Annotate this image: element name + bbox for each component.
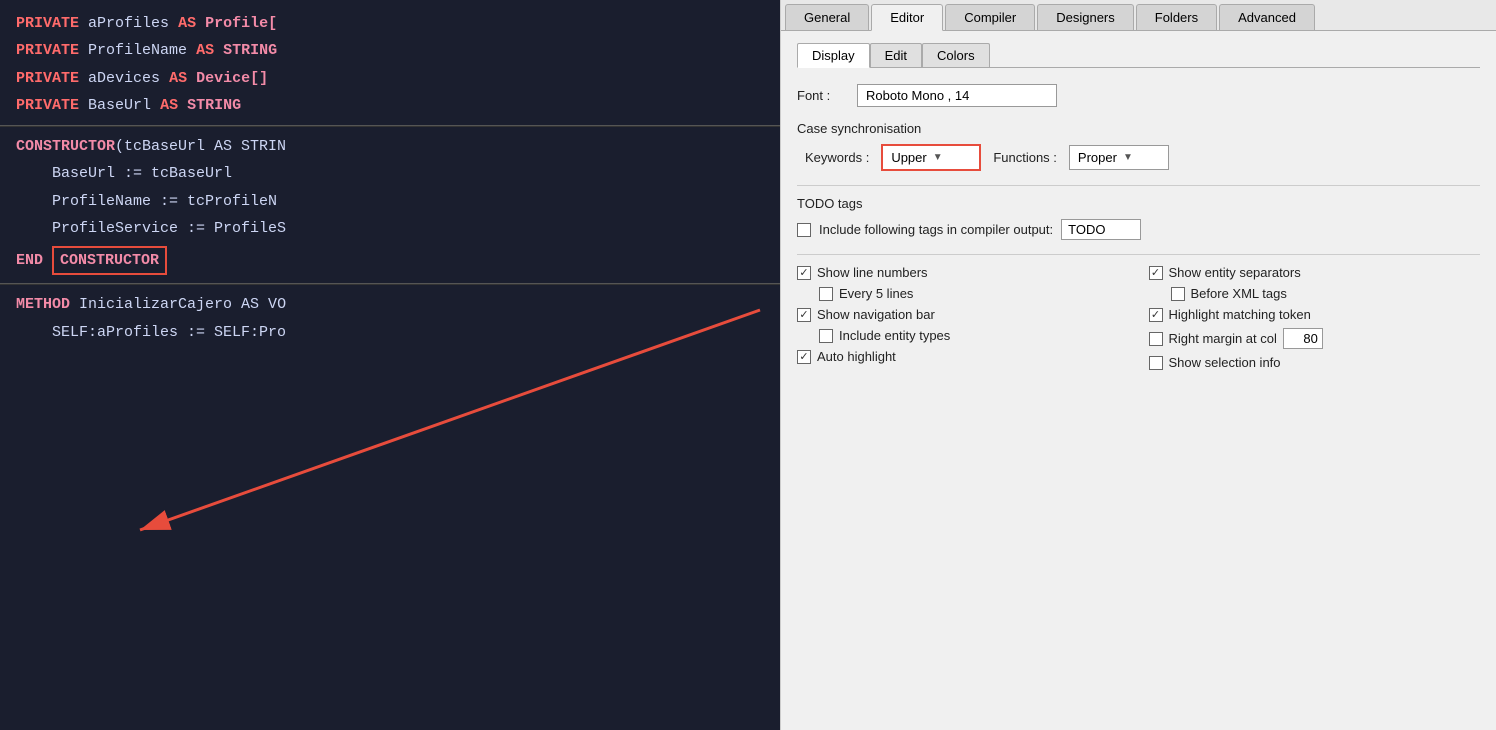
code-line-assign3: ProfileService := ProfileS [0, 215, 780, 242]
label-before-xml-tags: Before XML tags [1191, 286, 1287, 301]
label-highlight-matching: Highlight matching token [1169, 307, 1311, 322]
functions-chevron-icon: ▼ [1123, 152, 1133, 163]
functions-value: Proper [1078, 150, 1117, 165]
checkbox-before-xml-tags[interactable] [1171, 287, 1185, 301]
functions-label: Functions : [993, 150, 1057, 165]
tab-editor[interactable]: Editor [871, 4, 943, 31]
option-highlight-matching: Highlight matching token [1149, 307, 1481, 322]
code-line-4: PRIVATE BaseUrl AS STRING [0, 92, 780, 119]
checkbox-every-5-lines[interactable] [819, 287, 833, 301]
todo-checkbox-label: Include following tags in compiler outpu… [819, 222, 1053, 237]
case-sync-section: Case synchronisation Keywords : Upper ▼ … [797, 121, 1480, 171]
sub-tab-edit[interactable]: Edit [870, 43, 922, 67]
label-show-selection-info: Show selection info [1169, 355, 1281, 370]
divider-1 [797, 185, 1480, 186]
label-right-margin: Right margin at col [1169, 331, 1277, 346]
label-every-5-lines: Every 5 lines [839, 286, 913, 301]
code-line-2: PRIVATE ProfileName AS STRING [0, 37, 780, 64]
options-grid: Show line numbers Every 5 lines Show nav… [797, 265, 1480, 376]
label-include-entity-types: Include entity types [839, 328, 950, 343]
tab-advanced[interactable]: Advanced [1219, 4, 1315, 30]
tab-bar: General Editor Compiler Designers Folder… [781, 0, 1496, 31]
code-line-end: END CONSTRUCTOR [0, 242, 780, 277]
tab-folders[interactable]: Folders [1136, 4, 1217, 30]
option-before-xml-tags: Before XML tags [1149, 286, 1481, 301]
checkbox-show-entity-sep[interactable] [1149, 266, 1163, 280]
checkbox-highlight-matching[interactable] [1149, 308, 1163, 322]
keywords-value: Upper [891, 150, 926, 165]
todo-checkbox[interactable] [797, 223, 811, 237]
font-input[interactable] [857, 84, 1057, 107]
checkbox-show-selection-info[interactable] [1149, 356, 1163, 370]
code-line-1: PRIVATE aProfiles AS Profile[ [0, 10, 780, 37]
code-line-assign1: BaseUrl := tcBaseUrl [0, 160, 780, 187]
checkbox-include-entity-types[interactable] [819, 329, 833, 343]
option-right-margin: Right margin at col [1149, 328, 1481, 349]
option-include-entity-types: Include entity types [797, 328, 1129, 343]
todo-label: TODO tags [797, 196, 1480, 211]
option-show-entity-sep: Show entity separators [1149, 265, 1481, 280]
label-show-nav-bar: Show navigation bar [817, 307, 935, 322]
label-show-entity-sep: Show entity separators [1169, 265, 1301, 280]
font-label: Font : [797, 88, 857, 103]
constructor-highlight-box: CONSTRUCTOR [52, 246, 167, 275]
checkbox-right-margin[interactable] [1149, 332, 1163, 346]
keywords-chevron-icon: ▼ [933, 152, 943, 163]
keywords-label: Keywords : [805, 150, 869, 165]
option-show-nav-bar: Show navigation bar [797, 307, 1129, 322]
option-every-5-lines: Every 5 lines [797, 286, 1129, 301]
code-line-3: PRIVATE aDevices AS Device[] [0, 65, 780, 92]
checkbox-auto-highlight[interactable] [797, 350, 811, 364]
checkbox-show-line-numbers[interactable] [797, 266, 811, 280]
case-sync-label: Case synchronisation [797, 121, 1480, 136]
settings-content: Display Edit Colors Font : Case synchron… [781, 31, 1496, 730]
code-panel: PRIVATE aProfiles AS Profile[ PRIVATE Pr… [0, 0, 780, 730]
option-auto-highlight: Auto highlight [797, 349, 1129, 364]
functions-dropdown[interactable]: Proper ▼ [1069, 145, 1169, 170]
sub-tab-display[interactable]: Display [797, 43, 870, 68]
sub-tab-bar: Display Edit Colors [797, 43, 1480, 68]
keywords-dropdown[interactable]: Upper ▼ [881, 144, 981, 171]
todo-section: TODO tags Include following tags in comp… [797, 196, 1480, 240]
tab-general[interactable]: General [785, 4, 869, 30]
checkbox-show-nav-bar[interactable] [797, 308, 811, 322]
case-sync-row: Keywords : Upper ▼ Functions : Proper ▼ [797, 144, 1480, 171]
code-line-method: METHOD InicializarCajero AS VO [0, 291, 780, 318]
tab-compiler[interactable]: Compiler [945, 4, 1035, 30]
code-line-assign2: ProfileName := tcProfileN [0, 188, 780, 215]
tab-designers[interactable]: Designers [1037, 4, 1134, 30]
settings-panel: General Editor Compiler Designers Folder… [780, 0, 1496, 730]
todo-row: Include following tags in compiler outpu… [797, 219, 1480, 240]
sub-tab-colors[interactable]: Colors [922, 43, 990, 67]
option-show-line-numbers: Show line numbers [797, 265, 1129, 280]
font-row: Font : [797, 84, 1480, 107]
option-show-selection-info: Show selection info [1149, 355, 1481, 370]
divider-2 [797, 254, 1480, 255]
label-show-line-numbers: Show line numbers [817, 265, 928, 280]
options-section: Show line numbers Every 5 lines Show nav… [797, 265, 1480, 376]
margin-col-input[interactable] [1283, 328, 1323, 349]
todo-input[interactable] [1061, 219, 1141, 240]
label-auto-highlight: Auto highlight [817, 349, 896, 364]
code-line-constructor: CONSTRUCTOR(tcBaseUrl AS STRIN [0, 133, 780, 160]
code-line-self: SELF:aProfiles := SELF:Pro [0, 319, 780, 346]
